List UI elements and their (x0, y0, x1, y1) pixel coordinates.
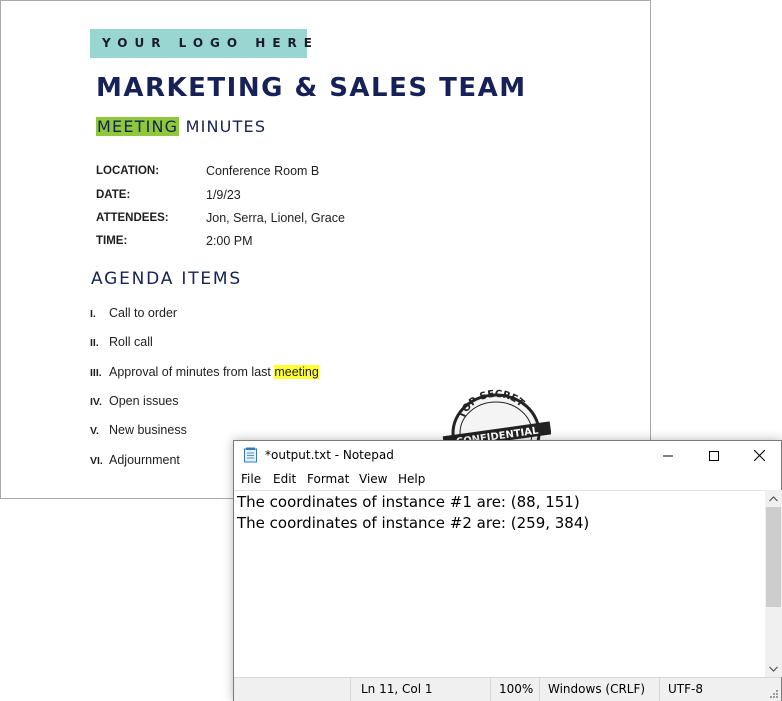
agenda-number: IV. (90, 396, 102, 408)
encoding: UTF-8 (668, 682, 703, 696)
zoom-level: 100% (499, 682, 534, 696)
title-bar[interactable]: *output.txt - Notepad (234, 441, 781, 470)
menu-bar: File Edit Format View Help (234, 470, 781, 490)
window-title: *output.txt - Notepad (265, 448, 394, 462)
maximize-icon (709, 450, 719, 461)
info-value: Conference Room B (206, 164, 320, 178)
info-label: LOCATION: (96, 165, 160, 177)
status-divider (490, 678, 491, 701)
agenda-number: VI. (90, 455, 103, 467)
subtitle-highlighted-word: MEETING (96, 117, 180, 136)
menu-edit[interactable]: Edit (273, 472, 296, 486)
agenda-text-with-highlight: Approval of minutes from last meeting (109, 365, 319, 379)
agenda-text: New business (109, 423, 187, 437)
cursor-position: Ln 11, Col 1 (361, 682, 433, 696)
close-icon (753, 450, 765, 461)
resize-grip-icon[interactable] (769, 689, 779, 699)
close-button[interactable] (736, 441, 782, 470)
document-subtitle: MEETING MINUTES (96, 117, 266, 136)
agenda-text: Open issues (109, 394, 179, 408)
agenda-number: I. (90, 308, 96, 320)
highlighted-word: meeting (274, 365, 319, 379)
agenda-text: Approval of minutes from last (109, 365, 275, 379)
vertical-scrollbar[interactable] (765, 490, 782, 677)
agenda-number: V. (90, 425, 99, 437)
info-label: ATTENDEES: (96, 212, 169, 224)
chevron-down-icon (769, 666, 778, 672)
chevron-up-icon (769, 495, 778, 501)
agenda-heading: AGENDA ITEMS (91, 269, 242, 289)
menu-file[interactable]: File (241, 472, 261, 486)
notepad-app-icon (244, 447, 257, 463)
scroll-down-button[interactable] (765, 660, 782, 677)
notepad-window: *output.txt - Notepad File Edit Format V… (233, 440, 782, 701)
minimize-button[interactable] (645, 441, 691, 470)
logo-placeholder: YOUR LOGO HERE (90, 29, 312, 58)
document-title: MARKETING & SALES TEAM (96, 73, 527, 103)
info-label: TIME: (96, 235, 128, 247)
info-value: Jon, Serra, Lionel, Grace (206, 211, 345, 225)
info-value: 1/9/23 (206, 188, 241, 202)
agenda-text: Roll call (109, 335, 153, 349)
agenda-number: III. (90, 367, 102, 379)
text-line: The coordinates of instance #1 are: (88,… (237, 493, 580, 511)
agenda-number: II. (90, 337, 99, 349)
status-divider (350, 678, 351, 701)
document-page: YOUR LOGO HERE MARKETING & SALES TEAM ME… (0, 0, 651, 499)
minimize-icon (663, 455, 673, 456)
scrollbar-thumb[interactable] (766, 507, 781, 607)
maximize-button[interactable] (691, 441, 737, 470)
subtitle-rest: MINUTES (179, 117, 267, 136)
info-label: DATE: (96, 189, 131, 201)
status-bar: Ln 11, Col 1 100% Windows (CRLF) UTF-8 (234, 677, 781, 701)
status-divider (539, 678, 540, 701)
text-editor-area[interactable]: The coordinates of instance #1 are: (88,… (234, 490, 765, 677)
menu-format[interactable]: Format (307, 472, 349, 486)
status-divider (659, 678, 660, 701)
line-ending: Windows (CRLF) (548, 682, 646, 696)
agenda-text: Adjournment (109, 453, 180, 467)
info-value: 2:00 PM (206, 234, 253, 248)
menu-help[interactable]: Help (398, 472, 425, 486)
text-line: The coordinates of instance #2 are: (259… (237, 514, 590, 532)
menu-view[interactable]: View (359, 472, 387, 486)
scroll-up-button[interactable] (765, 490, 782, 507)
agenda-text: Call to order (109, 306, 178, 320)
